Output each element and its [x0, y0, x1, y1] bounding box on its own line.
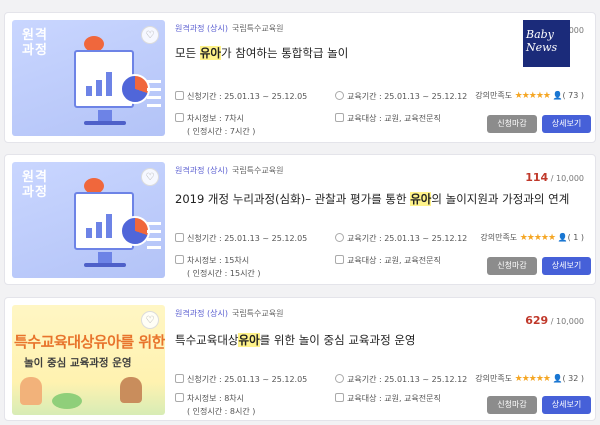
clock-icon	[335, 91, 344, 100]
thumbnail-label: 원격 과정	[22, 28, 48, 58]
monitor-illustration	[74, 50, 150, 108]
apply-closed-button[interactable]: 신청마감	[487, 257, 537, 275]
course-title[interactable]: 특수교육대상유아를 위한 놀이 중심 교육과정 운영	[175, 332, 415, 348]
promo-subtitle: 놀이 중심 교육과정 운영	[24, 357, 132, 369]
course-org: 국립특수교육원	[231, 309, 284, 318]
user-icon: 👤	[552, 91, 563, 100]
course-kind: 원격과정 (상시)	[175, 24, 228, 33]
user-icon: 👤	[557, 233, 568, 242]
document-icon	[335, 393, 344, 402]
apply-period: 신청기간 : 25.01.13 ~ 25.12.05	[175, 233, 307, 244]
course-card[interactable]: 원격 과정 ♡ 원격과정 (상시) 국립특수교육원 114 / 10,000 201…	[4, 154, 596, 285]
course-card[interactable]: 원격 과정 ♡ 원격과정 (상시) 국립특수교육원 000 모든 유아가 참여하는 …	[4, 12, 596, 143]
session-info: 차시정보 : 15차시	[175, 255, 249, 266]
apply-period: 신청기간 : 25.01.13 ~ 25.12.05	[175, 374, 307, 385]
child-illustration	[20, 377, 42, 405]
detail-button[interactable]: 상세보기	[542, 115, 591, 133]
edu-target: 교육대상 : 교원, 교육전문직	[335, 393, 441, 404]
calendar-icon	[175, 91, 184, 100]
detail-button[interactable]: 상세보기	[542, 396, 591, 414]
edu-period: 교육기간 : 25.01.13 ~ 25.12.12	[335, 374, 467, 385]
calendar-icon	[175, 233, 184, 242]
star-icon: ★★★★★	[519, 233, 556, 243]
enroll-count: 629 / 10,000	[525, 314, 584, 327]
enroll-count: 000	[568, 26, 584, 35]
course-meta: 원격과정 (상시) 국립특수교육원	[175, 23, 283, 34]
thumbnail-label: 원격 과정	[22, 170, 48, 200]
babynews-logo: Baby News	[523, 20, 570, 67]
course-rating: 강의만족도 ★★★★★ 👤( 1 )	[480, 233, 584, 243]
list-illustration	[147, 80, 161, 108]
course-kind: 원격과정 (상시)	[175, 166, 228, 175]
list-illustration	[147, 222, 161, 250]
pie-chart-icon	[120, 74, 150, 104]
course-title[interactable]: 모든 유아가 참여하는 통합학급 놀이	[175, 45, 348, 61]
user-icon: 👤	[552, 374, 563, 383]
clock-icon	[335, 233, 344, 242]
course-card[interactable]: ♡ 특수교육대상유아를 위한 놀이 중심 교육과정 운영 원격과정 (상시) 국립…	[4, 297, 596, 421]
course-rating: 강의만족도 ★★★★★ 👤( 73 )	[475, 91, 584, 101]
recognized-hours: ( 인정시간 : 7시간 )	[187, 127, 256, 136]
apply-period: 신청기간 : 25.01.13 ~ 25.12.05	[175, 91, 307, 102]
star-icon: ★★★★★	[514, 374, 551, 384]
pie-chart-icon	[120, 216, 150, 246]
course-org: 국립특수교육원	[231, 24, 284, 33]
recognized-hours: ( 인정시간 : 15시간 )	[187, 269, 261, 278]
heart-icon[interactable]: ♡	[141, 168, 159, 186]
calendar-icon	[175, 374, 184, 383]
detail-button[interactable]: 상세보기	[542, 257, 591, 275]
monitor-illustration	[74, 192, 150, 250]
list-icon	[175, 255, 184, 264]
course-thumbnail[interactable]: 원격 과정 ♡	[12, 162, 165, 278]
edu-target: 교육대상 : 교원, 교육전문직	[335, 113, 441, 124]
session-info: 차시정보 : 8차시	[175, 393, 244, 404]
child-illustration	[120, 377, 142, 403]
edu-period: 교육기간 : 25.01.13 ~ 25.12.12	[335, 91, 467, 102]
apply-closed-button[interactable]: 신청마감	[487, 396, 537, 414]
promo-title: 특수교육대상유아를 위한	[14, 333, 165, 351]
course-thumbnail[interactable]: 원격 과정 ♡	[12, 20, 165, 136]
course-meta: 원격과정 (상시) 국립특수교육원	[175, 308, 283, 319]
document-icon	[335, 255, 344, 264]
edu-period: 교육기간 : 25.01.13 ~ 25.12.12	[335, 233, 467, 244]
clock-icon	[335, 374, 344, 383]
edu-target: 교육대상 : 교원, 교육전문직	[335, 255, 441, 266]
course-kind: 원격과정 (상시)	[175, 309, 228, 318]
course-meta: 원격과정 (상시) 국립특수교육원	[175, 165, 283, 176]
session-info: 차시정보 : 7차시	[175, 113, 244, 124]
enroll-count: 114 / 10,000	[525, 171, 584, 184]
list-icon	[175, 393, 184, 402]
grass-illustration	[52, 393, 82, 409]
course-rating: 강의만족도 ★★★★★ 👤( 32 )	[475, 374, 584, 384]
recognized-hours: ( 인정시간 : 8시간 )	[187, 407, 256, 416]
course-title[interactable]: 2019 개정 누리과정(심화)– 관찰과 평가를 통한 유아의 놀이지원과 가…	[175, 191, 569, 207]
course-thumbnail[interactable]: ♡ 특수교육대상유아를 위한 놀이 중심 교육과정 운영	[12, 305, 165, 415]
star-icon: ★★★★★	[514, 91, 551, 101]
list-icon	[175, 113, 184, 122]
heart-icon[interactable]: ♡	[141, 26, 159, 44]
apply-closed-button[interactable]: 신청마감	[487, 115, 537, 133]
heart-icon[interactable]: ♡	[141, 311, 159, 329]
course-org: 국립특수교육원	[231, 166, 284, 175]
document-icon	[335, 113, 344, 122]
